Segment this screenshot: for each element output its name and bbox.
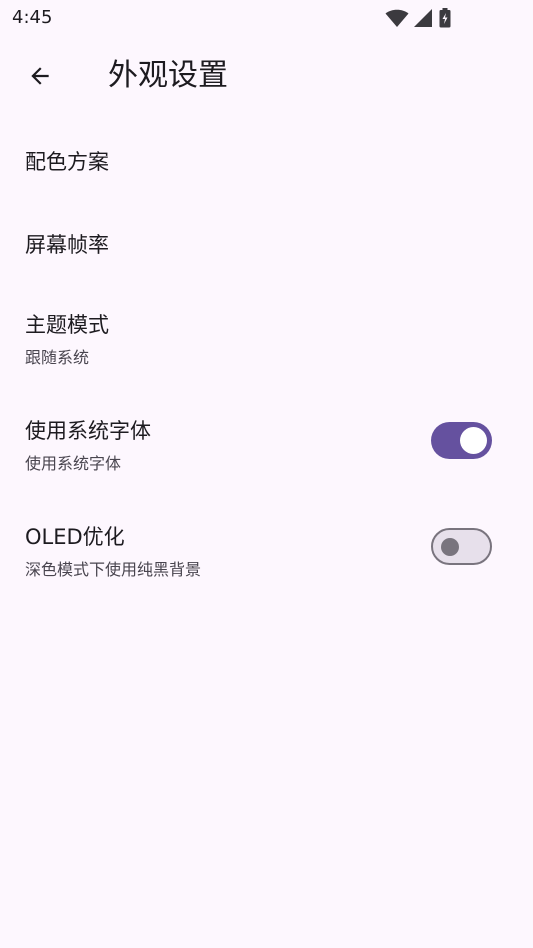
switch-thumb — [441, 537, 459, 556]
oled-setting[interactable]: OLED优化 深色模式下使用纯黑背景 — [0, 497, 533, 603]
setting-title: 配色方案 — [25, 150, 109, 174]
system-font-switch[interactable] — [431, 422, 492, 459]
settings-list: 配色方案 屏幕帧率 主题模式 跟随系统 使用系统字体 使用系统字体 OLED优化… — [0, 118, 533, 603]
setting-title: 主题模式 — [25, 313, 109, 337]
app-bar: 外观设置 — [0, 44, 533, 108]
wifi-icon — [385, 9, 409, 27]
status-time: 4:45 — [12, 7, 53, 28]
setting-title: OLED优化 — [25, 525, 125, 549]
switch-thumb — [460, 427, 487, 454]
setting-subtitle: 跟随系统 — [25, 348, 90, 367]
status-bar: 4:45 — [0, 0, 533, 36]
oled-switch[interactable] — [431, 528, 492, 565]
color-scheme-setting[interactable]: 配色方案 — [0, 118, 533, 202]
setting-title: 使用系统字体 — [25, 419, 151, 443]
setting-title: 屏幕帧率 — [25, 233, 109, 257]
page-title: 外观设置 — [108, 58, 228, 93]
theme-mode-setting[interactable]: 主题模式 跟随系统 — [0, 284, 533, 390]
back-button[interactable] — [18, 54, 62, 98]
refresh-rate-setting[interactable]: 屏幕帧率 — [0, 202, 533, 284]
cellular-signal-icon — [414, 9, 432, 27]
system-font-setting[interactable]: 使用系统字体 使用系统字体 — [0, 390, 533, 497]
setting-subtitle: 深色模式下使用纯黑背景 — [25, 560, 202, 579]
battery-charging-icon — [439, 8, 451, 28]
setting-subtitle: 使用系统字体 — [25, 454, 122, 473]
arrow-back-icon — [31, 67, 49, 85]
